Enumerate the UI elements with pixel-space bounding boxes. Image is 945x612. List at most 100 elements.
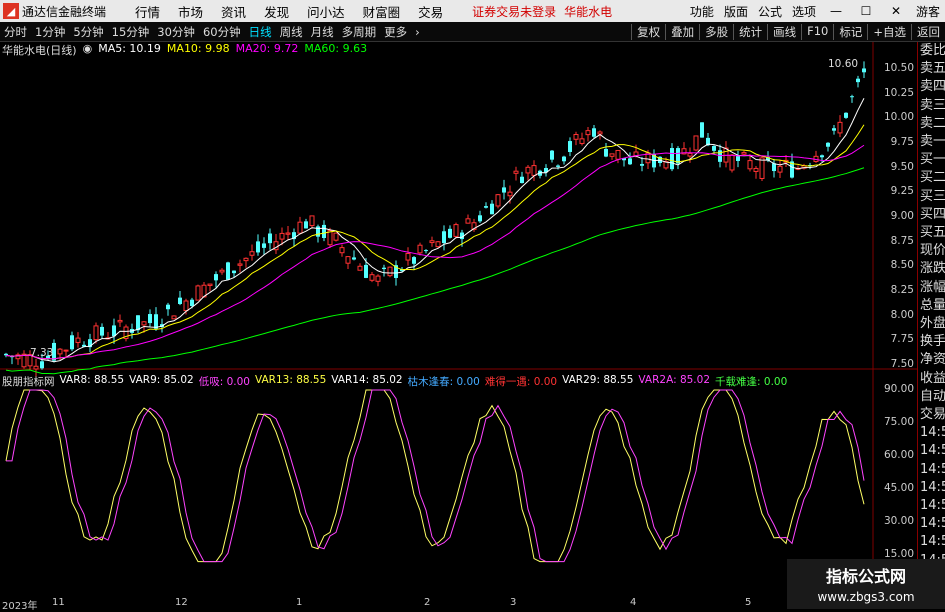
candle-body	[412, 257, 416, 264]
btn-fanhui[interactable]: 返回	[911, 23, 945, 40]
candle-body	[520, 176, 524, 184]
candle-body	[63, 349, 69, 352]
period-multi[interactable]: 多周期	[342, 24, 377, 40]
btn-tongji[interactable]: 统计	[733, 23, 767, 40]
period-60min[interactable]: 60分钟	[203, 24, 241, 40]
menu-shichang[interactable]: 市场	[178, 2, 203, 21]
period-monthly[interactable]: 月线	[311, 24, 334, 40]
quote-panel: 委比 卖五 卖四 卖三 卖二 卖一 买一 买二 买三 买四 买五 现价 涨跌 涨幅 总量 外盘 换手 净资 收益 自动…	[917, 42, 945, 609]
high-marker: 10.60	[828, 58, 859, 70]
oscillator-axis: 90.00 75.00 60.00 45.00 30.00 15.00	[870, 370, 916, 570]
btn-zixuan[interactable]: +自选	[867, 23, 911, 40]
candle-body	[856, 78, 860, 83]
stock-title: 华能水电(日线)	[2, 44, 77, 57]
price-tick: 10.50	[883, 62, 914, 74]
candle-body	[100, 326, 104, 336]
login-warning[interactable]: 证券交易未登录	[472, 3, 556, 20]
candle-body	[268, 233, 272, 244]
btn-huaxian[interactable]: 画线	[767, 23, 801, 40]
period-30min[interactable]: 30分钟	[157, 24, 195, 40]
quote-label-25: 14:5	[920, 498, 945, 514]
price-tick: 8.50	[890, 259, 914, 272]
period-15min[interactable]: 15分钟	[112, 24, 150, 40]
menu-gongshi[interactable]: 公式	[758, 3, 782, 20]
period-daily[interactable]: 日线	[249, 24, 272, 40]
candle-body	[297, 221, 303, 234]
close-icon[interactable]: ✕	[886, 4, 906, 18]
osc-tick: 60.00	[883, 449, 914, 461]
period-more[interactable]: 更多	[384, 24, 407, 40]
user-label[interactable]: 游客	[916, 3, 940, 20]
moving-averages	[5, 98, 865, 375]
btn-biaoji[interactable]: 标记	[833, 23, 867, 40]
menu-wenxiaoda[interactable]: 问小达	[307, 2, 345, 21]
maximize-icon[interactable]: ☐	[856, 4, 876, 18]
menu-zixun[interactable]: 资讯	[221, 2, 246, 21]
candle-body	[195, 285, 201, 301]
date-tick: 3	[510, 597, 517, 608]
candle-body	[382, 267, 386, 270]
candle-body	[597, 131, 603, 135]
menu-hangqing[interactable]: 行情	[135, 2, 160, 21]
settings-icon[interactable]: ◉	[83, 42, 93, 56]
btn-duogu[interactable]: 多股	[699, 23, 733, 40]
osc-tick: 75.00	[883, 416, 914, 428]
candle-body	[640, 163, 644, 166]
quote-label-12: 涨跌	[920, 261, 945, 277]
app-logo-icon: ◢	[3, 3, 19, 19]
candle-body	[573, 134, 579, 140]
btn-f10[interactable]: F10	[801, 23, 833, 40]
candle-body	[136, 315, 140, 331]
menu-xuanxiang[interactable]: 选项	[792, 3, 816, 20]
candle-body	[207, 283, 213, 286]
price-tick: 9.50	[890, 160, 914, 173]
menu-caifuquan[interactable]: 财富圈	[363, 2, 401, 21]
candle-body	[741, 152, 747, 155]
date-tick: 2023年	[2, 601, 38, 612]
candle-body	[387, 266, 393, 277]
menu-faxian[interactable]: 发现	[264, 2, 289, 21]
candle-body	[93, 325, 99, 341]
indicator-value-6: 难得一遇: 0.00	[484, 376, 558, 388]
candle-body	[568, 141, 572, 153]
quote-label-1: 卖五	[920, 61, 945, 77]
btn-diejia[interactable]: 叠加	[665, 23, 699, 40]
indicator-name[interactable]: 股朋指标网	[2, 374, 55, 388]
quote-label-17: 净资	[920, 352, 945, 368]
candle-body	[352, 257, 356, 260]
quote-label-5: 卖一	[920, 134, 945, 150]
ma60-value: MA60: 9.63	[304, 42, 368, 55]
candle-body	[478, 215, 482, 222]
candle-body	[693, 135, 699, 151]
menu-gongneng[interactable]: 功能	[690, 3, 714, 20]
date-tick: 5	[745, 597, 752, 608]
period-1min[interactable]: 1分钟	[35, 24, 65, 40]
period-fenshi[interactable]: 分时	[4, 24, 27, 40]
var9-line	[6, 389, 865, 563]
candle-body	[759, 157, 765, 179]
period-5min[interactable]: 5分钟	[73, 24, 103, 40]
quote-label-14: 总量	[920, 297, 945, 313]
candle-body	[304, 221, 308, 229]
menu-banmian[interactable]: 版面	[724, 3, 748, 20]
quote-label-13: 涨幅	[920, 279, 945, 295]
kline-chart[interactable]	[0, 42, 917, 597]
candle-body	[442, 231, 446, 244]
watermark-title: 指标公式网	[825, 567, 906, 586]
osc-tick: 45.00	[883, 482, 914, 494]
period-weekly[interactable]: 周线	[280, 24, 303, 40]
price-tick: 9.75	[890, 136, 914, 148]
candle-body	[57, 348, 63, 355]
minimize-icon[interactable]: —	[826, 4, 846, 18]
candle-body	[562, 156, 566, 162]
chevron-right-icon[interactable]: ›	[415, 25, 420, 39]
indicator-value-1: VAR9: 85.02	[129, 374, 194, 386]
period-toolbar: 分时 1分钟 5分钟 15分钟 30分钟 60分钟 日线 周线 月线 多周期 更…	[0, 22, 945, 42]
candle-body	[232, 270, 236, 274]
btn-fuquan[interactable]: 复权	[631, 23, 665, 40]
menu-jiaoyi[interactable]: 交易	[418, 2, 443, 21]
quote-label-18: 收益	[920, 370, 945, 386]
ma20-line	[5, 144, 865, 360]
price-tick: 9.25	[890, 185, 914, 198]
osc-tick: 30.00	[883, 515, 914, 527]
